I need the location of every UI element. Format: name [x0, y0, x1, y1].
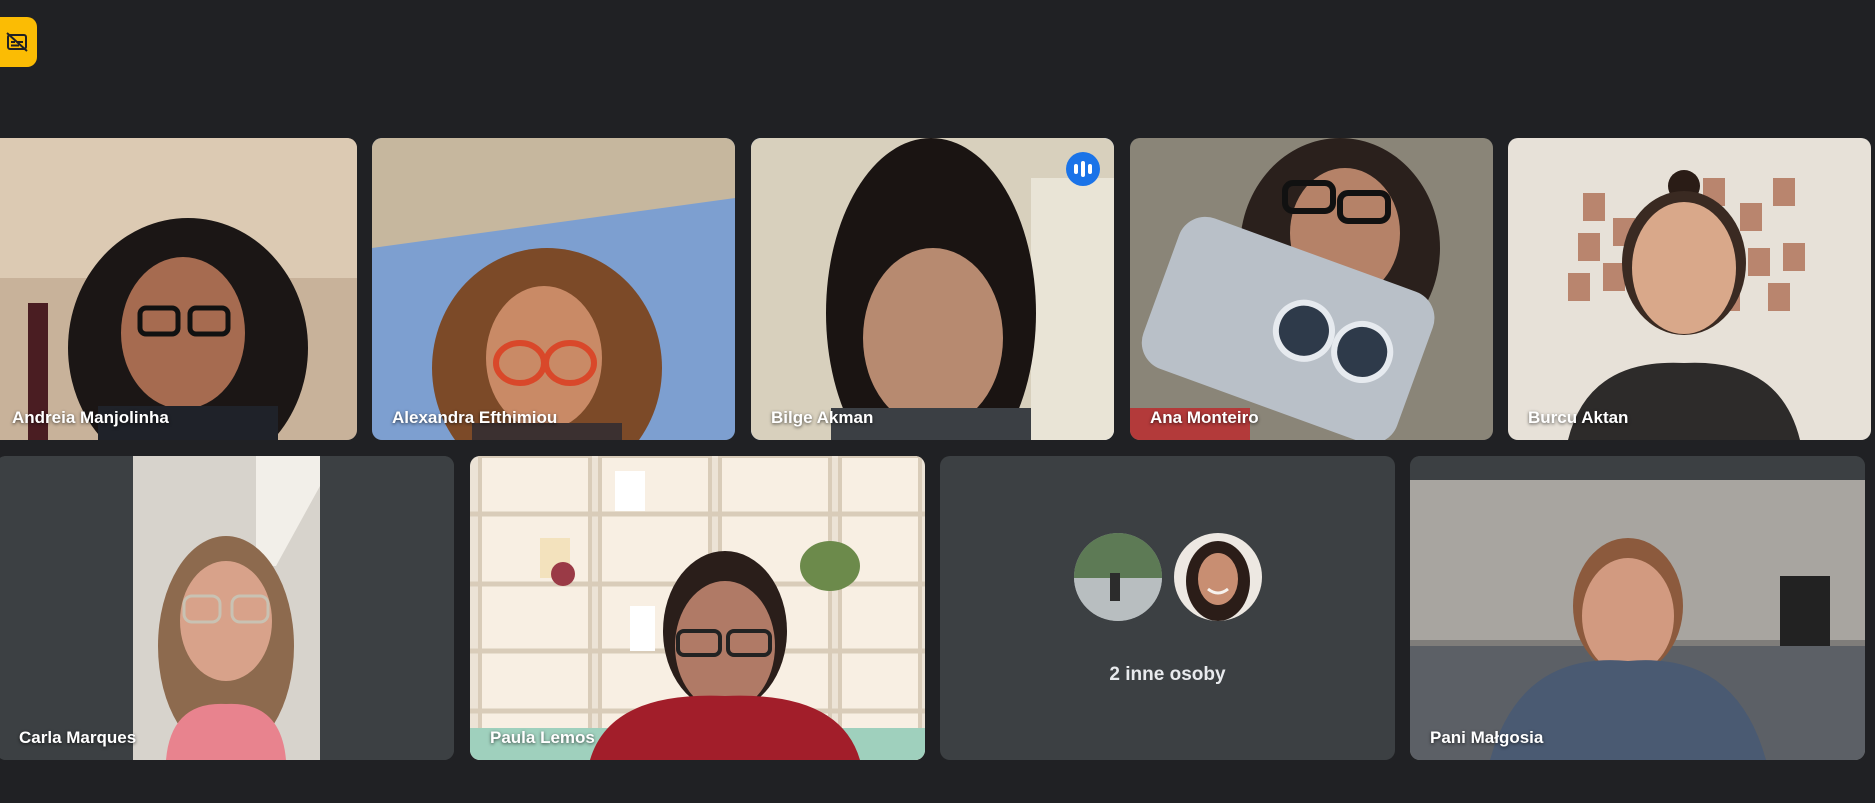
participant-name: Carla Marques — [19, 728, 137, 747]
participant-video — [372, 138, 735, 440]
others-count-label: 2 inne osoby — [1109, 664, 1226, 685]
participant-video — [1508, 138, 1871, 440]
participant-name: Pani Małgosia — [1430, 728, 1544, 747]
participant-video — [470, 456, 925, 760]
participant-tile[interactable]: Pani Małgosia — [1410, 456, 1865, 760]
participant-name: Andreia Manjolinha — [12, 408, 169, 427]
captions-off-button[interactable] — [0, 17, 37, 67]
participant-tile[interactable]: Carla Marques — [0, 456, 454, 760]
participant-name: Alexandra Efthimiou — [392, 408, 558, 427]
avatar — [1070, 530, 1165, 624]
participant-tile[interactable]: Alexandra Efthimiou — [372, 138, 735, 440]
participant-name: Paula Lemos — [490, 728, 595, 747]
participant-video — [1130, 138, 1493, 440]
participant-video — [0, 456, 454, 760]
avatar — [1170, 530, 1265, 624]
participant-name: Burcu Aktan — [1528, 408, 1629, 427]
participant-video — [1410, 456, 1865, 760]
participant-name: Ana Monteiro — [1150, 408, 1259, 427]
participant-name: Bilge Akman — [771, 408, 874, 427]
participant-video — [0, 138, 357, 440]
participant-tile[interactable]: Paula Lemos — [470, 456, 925, 760]
participant-tile-active-speaker[interactable]: Bilge Akman — [751, 138, 1114, 440]
participant-tile[interactable]: Andreia Manjolinha — [0, 138, 357, 440]
participant-tile[interactable]: Ana Monteiro — [1130, 138, 1493, 440]
participant-tile[interactable]: Burcu Aktan — [1508, 138, 1871, 440]
participant-video — [751, 138, 1114, 440]
captions-off-icon — [5, 32, 28, 52]
speaking-indicator-icon — [1066, 152, 1100, 186]
others-avatars — [940, 530, 1395, 624]
others-tile[interactable]: 2 inne osoby — [940, 456, 1395, 760]
